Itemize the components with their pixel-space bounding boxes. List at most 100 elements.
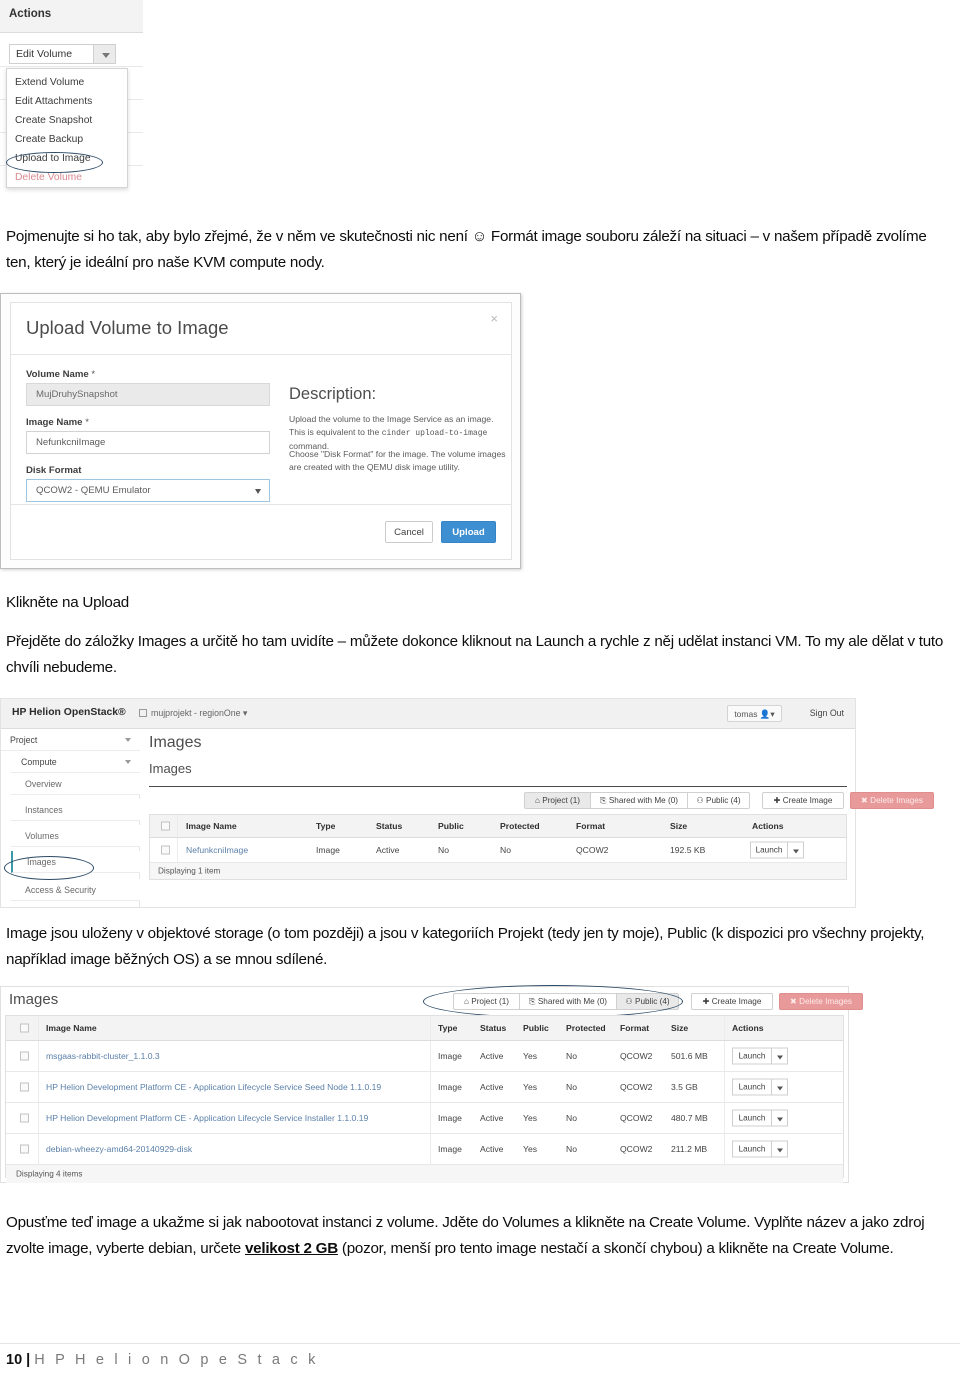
project-selector[interactable]: mujprojekt - regionOne ▾ (139, 708, 247, 719)
launch-button[interactable]: Launch (732, 1078, 772, 1096)
section-divider (149, 786, 847, 787)
column-image-name: Image Name (186, 821, 237, 831)
sidebar-item-overview[interactable]: Overview (11, 773, 140, 795)
sidebar-item-access-security[interactable]: Access & Security (11, 879, 140, 901)
menu-item-create-backup[interactable]: Create Backup (15, 134, 83, 145)
brand-logo: HP Helion OpenStack® (12, 707, 126, 718)
row-checkbox[interactable] (20, 1113, 29, 1123)
launch-button[interactable]: Launch (732, 1140, 772, 1158)
column-format: Format (620, 1023, 650, 1033)
row-checkbox[interactable] (20, 1051, 29, 1061)
table-row[interactable]: NefunkcniImage Image Active No No QCOW2 … (150, 838, 846, 863)
actions-panel-title: Actions (9, 8, 52, 20)
column-image-name: Image Name (46, 1023, 97, 1033)
table-row[interactable]: debian-wheezy-amd64-20140929-disk Image … (6, 1134, 843, 1165)
actions-panel-header: Actions (0, 0, 143, 33)
filter-project-button[interactable]: ⌂ Project (1) (524, 792, 590, 809)
upload-button[interactable]: Upload (441, 521, 496, 543)
sidebar-item-label: Project (10, 735, 38, 745)
cell-size: 211.2 MB (671, 1144, 708, 1154)
section-title: Images (149, 761, 192, 776)
sidebar-item-volumes[interactable]: Volumes (11, 825, 140, 847)
cell-status: Active (480, 1051, 504, 1061)
disk-format-label: Disk Format (26, 465, 82, 476)
user-menu[interactable]: tomas 👤▾ (727, 705, 782, 722)
column-public: Public (523, 1023, 549, 1033)
create-image-button[interactable]: ✚ Create Image (691, 993, 773, 1010)
chevron-down-icon (777, 1117, 783, 1122)
footer-page-number: 10 (6, 1352, 23, 1368)
menu-item-delete-volume[interactable]: Delete Volume (15, 172, 82, 183)
disk-format-select[interactable]: QCOW2 - QEMU Emulator (26, 479, 270, 502)
cell-image-name[interactable]: NefunkcniImage (186, 845, 248, 855)
table-footer-row: Displaying 1 item (150, 863, 846, 879)
delete-images-button[interactable]: ✖ Delete Images (850, 792, 934, 809)
paragraph-5-emphasis: velikost 2 GB (244, 1240, 338, 1257)
page-title: Images (149, 734, 202, 751)
sidebar-item-project[interactable]: Project (1, 729, 140, 751)
row-actions-dropdown-toggle[interactable] (772, 1047, 788, 1065)
cell-type: Image (438, 1113, 462, 1123)
cell-image-name[interactable]: debian-wheezy-amd64-20140929-disk (46, 1144, 192, 1154)
row-actions-dropdown-toggle[interactable] (772, 1140, 788, 1158)
cell-image-name[interactable]: HP Helion Development Platform CE - Appl… (46, 1113, 368, 1123)
table-row[interactable]: msgaas-rabbit-cluster_1.1.0.3 Image Acti… (6, 1041, 843, 1072)
paragraph-1: Pojmenujte si ho tak, aby bylo zřejmé, ž… (6, 228, 927, 271)
sidebar-item-instances[interactable]: Instances (11, 799, 140, 821)
cancel-button[interactable]: Cancel (385, 521, 433, 543)
menu-item-extend-volume[interactable]: Extend Volume (15, 77, 84, 88)
close-icon[interactable]: × (490, 312, 498, 325)
sidebar: Project Compute Overview Instances Volum… (1, 729, 140, 907)
modal-body: Volume Name * MujDruhySnapshot Image Nam… (11, 355, 511, 523)
launch-button[interactable]: Launch (732, 1109, 772, 1127)
select-all-checkbox[interactable] (161, 821, 170, 831)
chevron-down-icon (777, 1086, 783, 1091)
cell-protected: No (566, 1113, 577, 1123)
cell-status: Active (480, 1144, 504, 1154)
cell-image-name[interactable]: HP Helion Development Platform CE - Appl… (46, 1082, 381, 1092)
row-checkbox[interactable] (20, 1144, 29, 1154)
column-protected: Protected (566, 1023, 606, 1033)
annotation-ellipse-images-sidebar (4, 856, 94, 880)
row-actions-dropdown-toggle[interactable] (772, 1109, 788, 1127)
actions-dropdown-toggle[interactable] (93, 44, 116, 64)
filter-shared-with-me-button[interactable]: ⎘ Shared with Me (0) (590, 792, 687, 809)
image-name-input[interactable]: NefunkcniImage (26, 431, 270, 454)
sidebar-item-label: Compute (21, 757, 57, 767)
sidebar-item-label: Instances (25, 805, 63, 815)
chevron-down-icon (793, 849, 799, 854)
delete-images-button[interactable]: ✖ Delete Images (779, 993, 863, 1010)
cell-protected: No (566, 1144, 577, 1154)
main-content: Images Images ⌂ Project (1) ⎘ Shared wit… (141, 729, 934, 907)
launch-button[interactable]: Launch (732, 1047, 772, 1065)
chevron-down-icon (125, 738, 131, 742)
table-header-row: Image Name Type Status Public Protected … (6, 1016, 843, 1041)
cell-type: Image (438, 1144, 462, 1154)
sidebar-item-compute[interactable]: Compute (11, 751, 140, 773)
table-row[interactable]: HP Helion Development Platform CE - Appl… (6, 1103, 843, 1134)
row-actions-dropdown-toggle[interactable] (788, 841, 804, 859)
row-actions-dropdown-toggle[interactable] (772, 1078, 788, 1096)
create-image-button[interactable]: ✚ Create Image (762, 792, 844, 809)
paragraph-2: Klikněte na Upload (6, 594, 129, 611)
menu-item-create-snapshot[interactable]: Create Snapshot (15, 115, 92, 126)
screenshot-public-images-table: Images ⌂ Project (1) ⎘ Shared with Me (0… (0, 985, 863, 1183)
edit-volume-button[interactable]: Edit Volume (9, 44, 93, 64)
cell-image-name[interactable]: msgaas-rabbit-cluster_1.1.0.3 (46, 1051, 160, 1061)
menu-item-edit-attachments[interactable]: Edit Attachments (15, 96, 92, 107)
displaying-count: Displaying 1 item (158, 866, 221, 876)
grid-icon (139, 709, 147, 717)
filter-public-button[interactable]: ⚇ Public (4) (687, 792, 750, 809)
public-images-table: Image Name Type Status Public Protected … (5, 1015, 844, 1183)
sign-out-link[interactable]: Sign Out (810, 708, 844, 718)
description-heading: Description: (289, 385, 377, 403)
row-checkbox[interactable] (161, 845, 170, 855)
cell-type: Image (316, 845, 340, 855)
column-size: Size (671, 1023, 689, 1033)
table-row[interactable]: HP Helion Development Platform CE - Appl… (6, 1072, 843, 1103)
cell-public: Yes (523, 1113, 538, 1123)
cell-public: No (438, 845, 449, 855)
row-checkbox[interactable] (20, 1082, 29, 1092)
select-all-checkbox[interactable] (20, 1023, 29, 1033)
launch-button[interactable]: Launch (750, 841, 788, 859)
